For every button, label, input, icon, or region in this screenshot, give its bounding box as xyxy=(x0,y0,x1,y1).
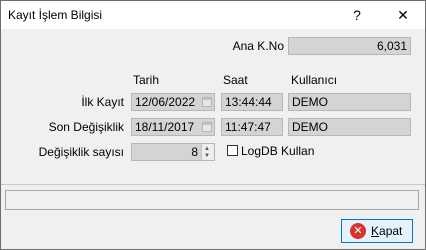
spinner-arrows[interactable]: ▲ ▼ xyxy=(201,144,214,160)
son-degisiklik-time-field[interactable]: 11:47:47 xyxy=(221,118,283,136)
kapat-accelerator: K xyxy=(371,224,380,238)
column-header-tarih: Tarih xyxy=(133,73,160,87)
divider xyxy=(1,184,425,185)
calendar-icon[interactable] xyxy=(202,122,212,132)
close-circle-icon: ✕ xyxy=(350,223,366,239)
help-button[interactable]: ? xyxy=(339,1,375,29)
window-title: Kayıt İşlem Bilgisi xyxy=(8,8,103,22)
logdb-label[interactable]: LogDB Kullan xyxy=(241,144,314,158)
degisiklik-sayisi-spinner[interactable]: 8 ▲ ▼ xyxy=(131,143,215,161)
spin-down-icon[interactable]: ▼ xyxy=(204,153,210,159)
ilk-kayit-date-value: 12/06/2022 xyxy=(135,95,196,109)
column-header-kullanici: Kullanıcı xyxy=(291,73,338,87)
spin-up-icon[interactable]: ▲ xyxy=(204,146,210,152)
ilk-kayit-time-field[interactable]: 13:44:44 xyxy=(221,93,283,111)
kapat-button[interactable]: ✕ Kapat xyxy=(341,219,413,243)
ilk-kayit-date-field[interactable]: 12/06/2022 xyxy=(131,93,215,111)
degisiklik-sayisi-value: 8 xyxy=(191,145,198,159)
column-header-saat: Saat xyxy=(223,73,248,87)
close-icon: ✕ xyxy=(397,6,409,23)
dialog-window: Kayıt İşlem Bilgisi ? ✕ Ana K.No 6,031 T… xyxy=(0,0,426,250)
ana-kno-label: Ana K.No xyxy=(232,39,284,53)
son-degisiklik-user-field[interactable]: DEMO xyxy=(288,118,411,136)
degisiklik-sayisi-label: Değişiklik sayısı xyxy=(38,145,124,159)
son-degisiklik-label: Son Değişiklik xyxy=(48,120,124,134)
ana-kno-field[interactable]: 6,031 xyxy=(288,37,411,55)
close-window-button[interactable]: ✕ xyxy=(385,1,421,29)
logdb-checkbox[interactable] xyxy=(227,145,238,156)
title-bar: Kayıt İşlem Bilgisi ? ✕ xyxy=(1,1,425,29)
son-degisiklik-date-value: 18/11/2017 xyxy=(135,120,195,134)
status-bar xyxy=(5,190,419,210)
ilk-kayit-user-field[interactable]: DEMO xyxy=(288,93,411,111)
calendar-icon[interactable] xyxy=(202,97,212,107)
kapat-label-rest: apat xyxy=(379,224,403,238)
ilk-kayit-label: İlk Kayıt xyxy=(81,95,124,109)
help-icon: ? xyxy=(353,7,361,23)
kapat-button-label: Kapat xyxy=(371,224,402,238)
son-degisiklik-date-field[interactable]: 18/11/2017 xyxy=(131,118,215,136)
